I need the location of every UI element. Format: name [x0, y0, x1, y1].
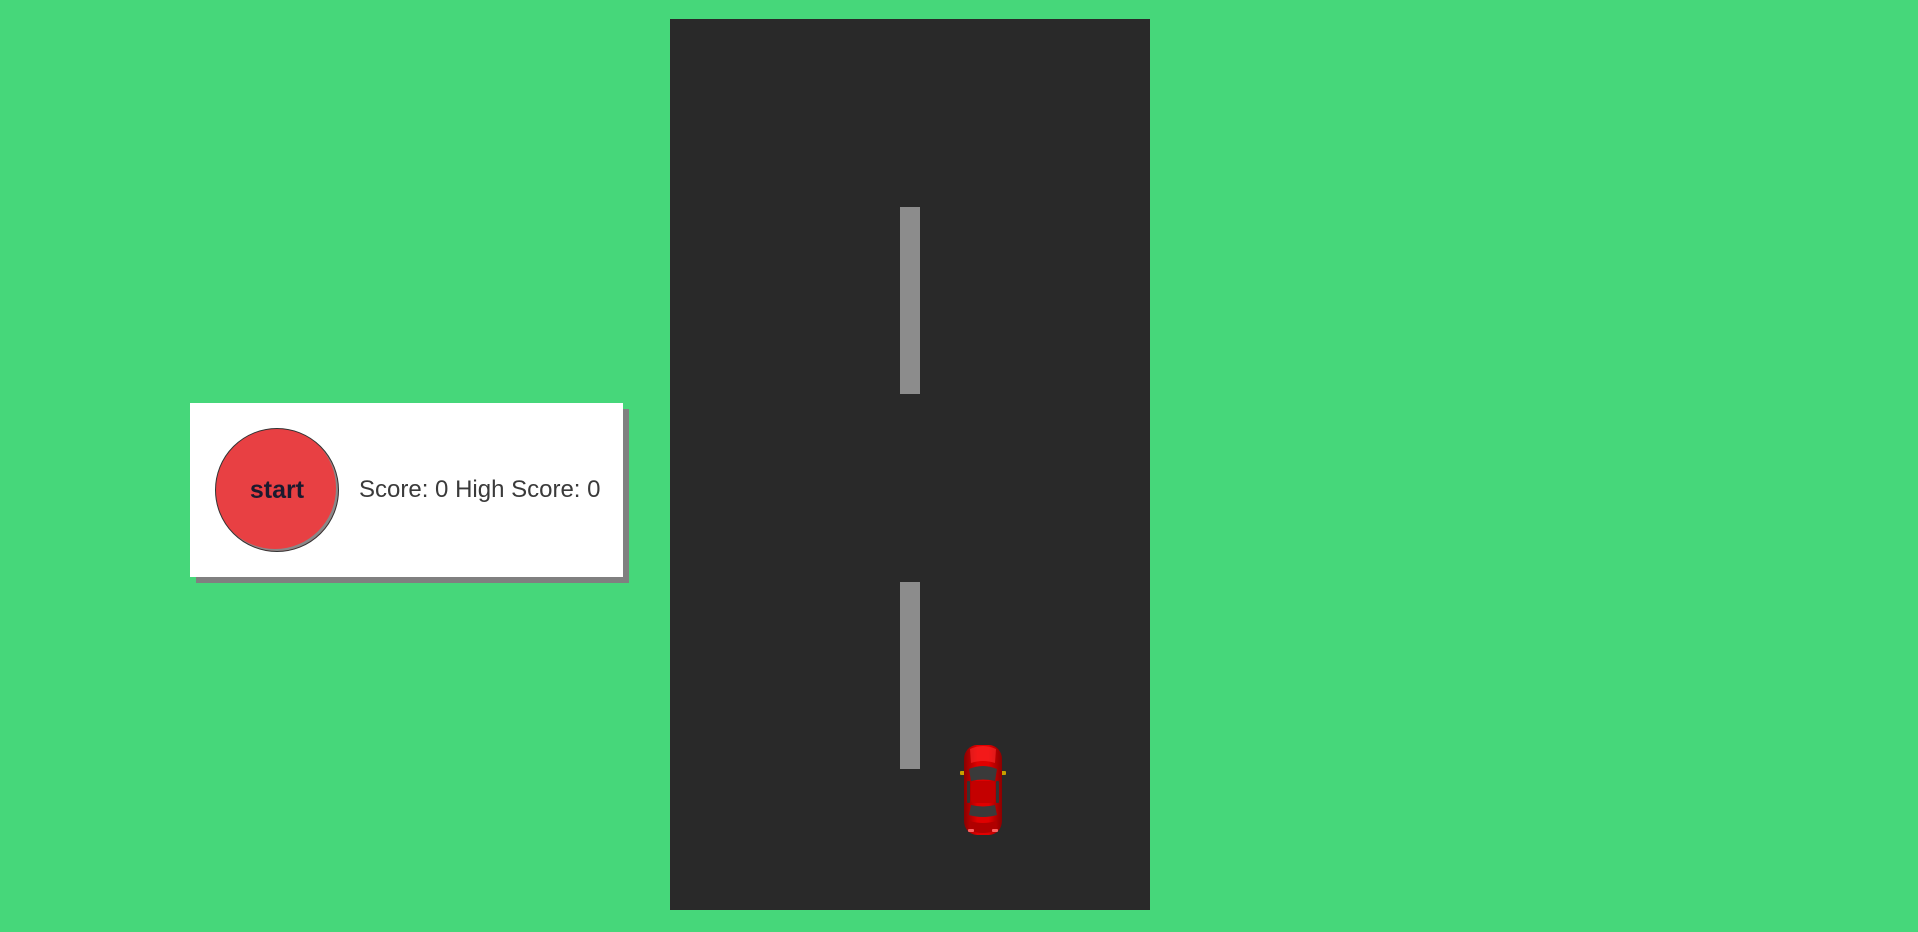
control-panel: start Score: 0 High Score: 0 [190, 403, 623, 577]
lane-marking [900, 582, 920, 769]
score-value: 0 [435, 476, 449, 503]
game-road [670, 19, 1150, 910]
score-label: Score: [359, 476, 429, 503]
start-button[interactable]: start [215, 428, 339, 552]
high-score-value: 0 [587, 476, 601, 503]
high-score-label: High Score: [455, 476, 581, 503]
lane-marking [900, 207, 920, 394]
player-car-icon [960, 745, 1006, 835]
score-display: Score: 0 High Score: 0 [359, 476, 601, 504]
